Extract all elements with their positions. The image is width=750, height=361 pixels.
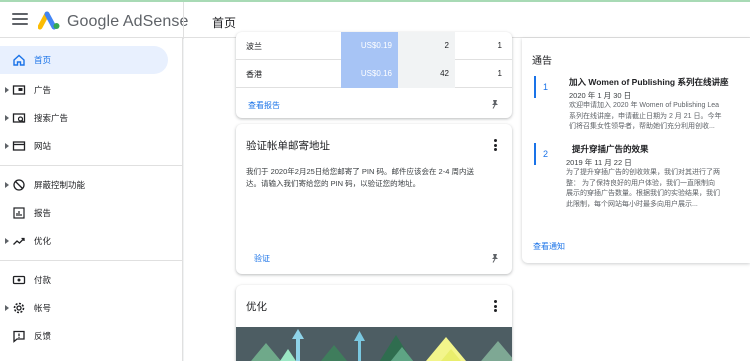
notice-text-line: 展示的穿插广告数量。根据我们的实验结果，我们 <box>566 190 720 197</box>
verify-button[interactable]: 验证 <box>254 253 270 264</box>
sidebar-item-sites[interactable]: 网站 <box>0 132 168 160</box>
notice-text-line: 整： 为了保持良好的用户体验，我们一直限制向 <box>566 179 715 187</box>
report-icon <box>13 207 25 219</box>
notices-panel: 通告 1 加入 Women of Publishing 系列在线讲座 2020 … <box>522 38 750 263</box>
notice-number: 1 <box>543 82 549 92</box>
card-body-line: 我们于 2020年2月25日给您邮寄了 PIN 码。邮件应该会在 2-4 周内送 <box>246 167 474 176</box>
sidebar-item-label: 搜索广告 <box>34 113 69 123</box>
block-icon <box>13 179 25 191</box>
caret-right-icon <box>5 182 9 188</box>
payments-icon <box>12 275 26 285</box>
page-title: 首页 <box>212 16 237 30</box>
value-cell: 42 <box>398 60 455 88</box>
feedback-icon <box>13 330 25 343</box>
notice-title: 提升穿插广告的效果 <box>572 144 649 154</box>
menu-icon[interactable] <box>12 13 28 27</box>
sidebar-item-label: 屏蔽控制功能 <box>34 180 86 190</box>
sites-icon <box>12 141 26 151</box>
sidebar-item-reports[interactable]: 报告 <box>0 199 168 227</box>
notice-item[interactable]: 1 加入 Women of Publishing 系列在线讲座 2020 年 1… <box>532 76 750 146</box>
notice-date: 2019 年 11 月 22 日 <box>566 158 632 167</box>
sidebar-item-label: 报告 <box>34 208 52 218</box>
sidebar-item-label: 优化 <box>34 236 52 246</box>
caret-right-icon <box>5 115 9 121</box>
table-row: 香港 US$0.16 42 1 <box>236 60 512 88</box>
notice-marker <box>534 143 536 165</box>
country-cell: 波兰 <box>246 42 262 51</box>
more-options-icon[interactable] <box>492 300 498 312</box>
country-cell: 香港 <box>246 70 262 79</box>
revenue-cell: US$0.16 <box>341 60 398 88</box>
optimize-icon <box>13 237 25 245</box>
notice-item[interactable]: 2 提升穿插广告的效果 2019 年 11 月 22 日 为了提升穿插广告的创收… <box>532 143 750 223</box>
revenue-cell: US$0.19 <box>341 32 398 60</box>
sidebar-item-payments[interactable]: 付款 <box>0 266 168 294</box>
sidebar-item-label: 付款 <box>34 275 52 285</box>
notice-number: 2 <box>543 149 549 159</box>
value-cell: 1 <box>497 69 502 78</box>
sidebar-item-home[interactable]: 首页 <box>0 46 168 74</box>
notice-text-line: 此限制，每个网站每小时最多向用户展示... <box>566 200 698 208</box>
notice-text-line: 欢迎申请加入 2020 年 Women of Publishing Lea <box>569 102 720 109</box>
sidebar-item-label: 反馈 <box>34 331 52 341</box>
home-icon <box>13 54 25 66</box>
view-report-link[interactable]: 查看报告 <box>248 100 280 111</box>
sidebar-item-label: 帐号 <box>34 303 52 313</box>
sidebar-item-label: 广告 <box>34 85 52 95</box>
table-row: 波兰 US$0.19 2 1 <box>236 32 512 60</box>
notice-text-line: 们将召集女性领导者，帮助她们充分利用创收... <box>569 123 715 130</box>
sidebar-item-search-ads[interactable]: 搜索广告 <box>0 104 168 132</box>
value-cell: 1 <box>497 41 502 50</box>
card-title: 验证帐单邮寄地址 <box>246 140 330 152</box>
pin-icon[interactable] <box>490 99 500 109</box>
main-content: 波兰 US$0.19 2 1 香港 US$0.16 42 1 查看报告 验证帐单… <box>184 32 750 361</box>
caret-right-icon <box>5 238 9 244</box>
sidebar-item-label: 首页 <box>34 55 52 65</box>
value-cell: 2 <box>398 32 455 60</box>
gear-icon <box>13 302 25 314</box>
report-card: 波兰 US$0.19 2 1 香港 US$0.16 42 1 查看报告 <box>236 32 512 118</box>
sidebar-item-ads[interactable]: 广告 <box>0 76 168 104</box>
caret-right-icon <box>5 87 9 93</box>
optimize-illustration <box>236 327 512 361</box>
notice-marker <box>534 76 536 98</box>
divider <box>183 2 184 39</box>
notices-heading: 通告 <box>532 56 552 67</box>
verify-address-card: 验证帐单邮寄地址 我们于 2020年2月25日给您邮寄了 PIN 码。邮件应该会… <box>236 124 512 274</box>
ads-icon <box>12 85 26 95</box>
sidebar: 首页 广告 搜索广告 网站 屏蔽控制功能 报告 优化 付款 帐号 反馈 <box>0 38 183 361</box>
divider <box>0 165 183 166</box>
growth-arrows-illustration <box>236 327 512 361</box>
brand-name: Google AdSense <box>67 13 189 30</box>
notice-text-line: 系列在线讲座，申请截止日期为 2 月 21 日。今年 <box>569 112 722 120</box>
pin-icon[interactable] <box>490 253 500 263</box>
sidebar-item-label: 网站 <box>34 141 52 151</box>
card-title: 优化 <box>246 301 267 313</box>
view-notices-link[interactable]: 查看通知 <box>533 241 565 252</box>
sidebar-item-blocking-controls[interactable]: 屏蔽控制功能 <box>0 171 168 199</box>
divider <box>0 260 183 261</box>
card-body-line: 达。请输入我们寄给您的 PIN 码，以验证您的地址。 <box>246 179 421 188</box>
search-ads-icon <box>12 113 26 123</box>
caret-right-icon <box>5 305 9 311</box>
notice-date: 2020 年 1 月 30 日 <box>569 91 632 100</box>
caret-right-icon <box>5 143 9 149</box>
sidebar-item-optimize[interactable]: 优化 <box>0 227 168 255</box>
sidebar-item-account[interactable]: 帐号 <box>0 294 168 322</box>
adsense-logo-icon <box>38 11 60 30</box>
more-options-icon[interactable] <box>492 139 498 151</box>
notice-title: 加入 Women of Publishing 系列在线讲座 <box>569 77 729 87</box>
optimize-card: 优化 <box>236 285 512 361</box>
sidebar-item-feedback[interactable]: 反馈 <box>0 322 168 350</box>
notice-text-line: 为了提升穿插广告的创收效果，我们对其进行了两 <box>566 169 720 176</box>
